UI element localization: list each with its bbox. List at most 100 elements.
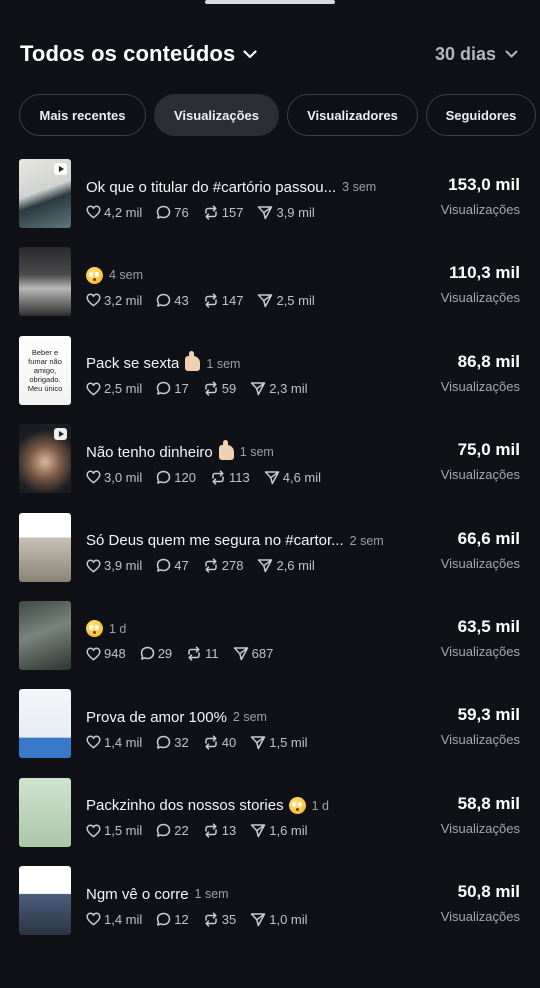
likes-count: 3,2 mil — [104, 292, 143, 308]
list-item[interactable]: Só Deus quem me segura no #cartor... 2 se… — [0, 512, 540, 601]
shares-count: 1,5 mil — [269, 734, 308, 750]
tab-recent[interactable]: Mais recentes — [19, 94, 146, 136]
post-age: 2 sem — [349, 533, 384, 548]
heart-icon — [86, 735, 101, 749]
shares-stat: 2,5 mil — [257, 292, 315, 308]
likes-count: 1,4 mil — [104, 911, 143, 927]
shares-stat: 4,6 mil — [264, 470, 321, 485]
tab-viewers[interactable]: Visualizadores — [287, 94, 418, 136]
repost-icon — [205, 912, 217, 927]
comments-stat: 43 — [156, 293, 189, 308]
comment-icon — [140, 647, 154, 661]
shares-stat: 687 — [233, 646, 273, 661]
post-caption-line: Prova de amor 100% 2 sem — [86, 706, 396, 728]
list-item[interactable]: Packzinho dos nossos stories 1 d 1,5 mil 22… — [0, 777, 540, 866]
views-metric: 58,8 mil Visualizações — [441, 793, 520, 836]
post-thumbnail[interactable] — [19, 866, 71, 936]
list-item[interactable]: 1 d 948 29 11 687 63,5 mil Visualizações — [0, 600, 540, 689]
likes-count: 2,5 mil — [104, 381, 143, 397]
comments-count: 29 — [157, 646, 173, 662]
comment-icon — [157, 912, 171, 926]
period-dropdown[interactable]: 30 dias — [435, 44, 518, 65]
likes-count: 3,0 mil — [104, 469, 143, 485]
views-metric: 63,5 mil Visualizações — [441, 616, 520, 659]
reposts-count: 147 — [221, 292, 244, 308]
repost-icon — [212, 470, 224, 485]
share-icon — [258, 294, 273, 308]
comments-count: 12 — [174, 911, 189, 927]
reposts-count: 11 — [205, 646, 219, 662]
views-count: 86,8 mil — [457, 351, 520, 371]
post-caption: Packzinho dos nossos stories — [86, 797, 284, 815]
reposts-count: 278 — [221, 558, 244, 574]
share-icon — [233, 647, 248, 661]
share-icon — [258, 205, 273, 219]
comments-stat: 29 — [140, 646, 172, 661]
reposts-count: 59 — [221, 381, 237, 397]
thumbs-up-icon — [185, 351, 201, 372]
views-metric: 75,0 mil Visualizações — [441, 439, 520, 482]
tab-views[interactable]: Visualizações — [154, 94, 279, 136]
post-caption-line: Ngm vê o corre 1 sem — [86, 883, 396, 905]
list-item[interactable]: Ngm vê o corre 1 sem 1,4 mil 12 35 1,0 mil 50,… — [0, 866, 540, 954]
reposts-stat: 13 — [203, 823, 236, 838]
play-icon — [54, 163, 67, 175]
reposts-stat: 278 — [203, 558, 244, 574]
post-thumbnail[interactable] — [19, 512, 71, 582]
tab-followers[interactable]: Seguidores — [426, 94, 536, 136]
comments-count: 22 — [174, 823, 189, 839]
share-icon — [250, 736, 266, 750]
list-item[interactable]: 4 sem 3,2 mil 43 147 2,5 mil 110,3 mil Visuali… — [0, 247, 540, 335]
comments-count: 120 — [174, 469, 196, 485]
post-thumbnail[interactable] — [19, 159, 71, 228]
post-age: 1 sem — [194, 887, 229, 902]
post-thumbnail[interactable] — [19, 689, 71, 759]
likes-stat: 1,5 mil — [86, 823, 142, 838]
post-caption: Prova de amor 100% — [86, 708, 227, 726]
post-thumbnail[interactable]: Beber e fumar não amigo, obrigado. Meu ú… — [19, 335, 71, 405]
share-icon — [264, 470, 279, 484]
post-stats: 3,9 mil 47 278 2,6 mil — [86, 558, 329, 574]
post-thumbnail[interactable] — [19, 247, 71, 317]
post-thumbnail[interactable] — [19, 424, 71, 494]
repost-icon — [205, 293, 217, 308]
heart-icon — [86, 470, 101, 484]
views-count: 66,6 mil — [457, 528, 520, 548]
thumbs-up-icon — [218, 439, 234, 460]
comments-stat: 17 — [156, 381, 189, 396]
likes-stat: 1,4 mil — [86, 912, 142, 927]
views-metric: 59,3 mil Visualizações — [441, 704, 520, 747]
post-thumbnail[interactable] — [19, 600, 71, 670]
views-label: Visualizações — [440, 643, 520, 659]
views-count: 59,3 mil — [457, 705, 520, 725]
sort-tabs: Mais recentes Visualizações Visualizador… — [19, 94, 540, 136]
list-item[interactable]: Não tenho dinheiro 1 sem 3,0 mil 120 113 4,6 … — [0, 424, 540, 512]
post-stats: 3,2 mil 43 147 2,5 mil — [86, 292, 329, 308]
list-item[interactable]: Prova de amor 100% 2 sem 1,4 mil 32 40 1,5 mi… — [0, 689, 540, 777]
list-item[interactable]: Beber e fumar não amigo, obrigado. Meu ú… — [0, 335, 540, 424]
shares-count: 2,3 mil — [269, 381, 308, 397]
content-filter-dropdown[interactable]: Todos os conteúdos — [20, 41, 257, 67]
repost-icon — [188, 646, 200, 662]
post-stats: 2,5 mil 17 59 2,3 mil — [86, 381, 322, 397]
post-thumbnail[interactable] — [19, 777, 71, 847]
shares-count: 1,6 mil — [269, 823, 308, 839]
views-count: 58,8 mil — [457, 793, 520, 813]
reposts-count: 113 — [229, 469, 250, 485]
comments-stat: 12 — [156, 911, 189, 927]
post-list: Ok que o titular do #cartório passou... 3… — [0, 159, 540, 955]
heart-icon — [86, 293, 101, 307]
play-icon — [54, 428, 67, 441]
shares-count: 2,5 mil — [276, 292, 315, 308]
comments-stat: 120 — [156, 470, 196, 485]
comment-icon — [157, 735, 171, 749]
likes-stat: 4,2 mil — [86, 205, 142, 220]
post-caption: Ngm vê o corre — [86, 885, 189, 903]
list-item[interactable]: Ok que o titular do #cartório passou... 3… — [0, 159, 540, 247]
header: Todos os conteúdos 30 dias — [20, 40, 518, 68]
drag-handle[interactable] — [205, 0, 335, 4]
tab-label: Mais recentes — [39, 107, 126, 123]
post-age: 1 d — [109, 621, 127, 636]
post-age: 3 sem — [342, 180, 377, 194]
likes-count: 3,9 mil — [104, 558, 143, 574]
